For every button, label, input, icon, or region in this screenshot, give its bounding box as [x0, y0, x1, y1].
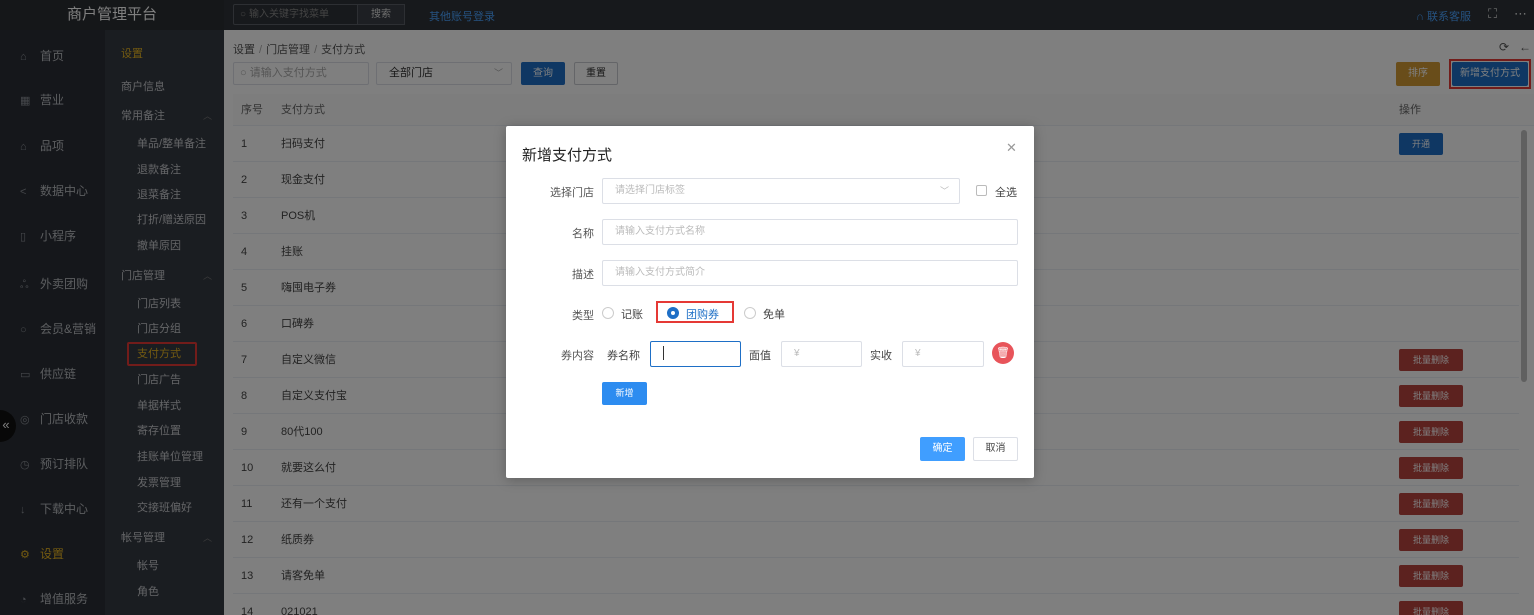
face-value-label: 面值 — [749, 350, 771, 362]
type-radio-free[interactable] — [744, 307, 756, 319]
face-value-input[interactable]: ¥ — [781, 341, 862, 367]
store-tag-placeholder: 请选择门店标签 — [615, 185, 685, 196]
select-all-label: 全选 — [995, 187, 1017, 199]
name-label: 名称 — [572, 228, 594, 240]
face-value-placeholder: ¥ — [794, 348, 800, 359]
type-label-free: 免单 — [763, 309, 785, 321]
name-input[interactable]: 请输入支付方式名称 — [602, 219, 1018, 245]
type-highlight-box — [656, 301, 734, 323]
name-placeholder: 请输入支付方式名称 — [615, 226, 705, 237]
cancel-button[interactable]: 取消 — [973, 437, 1018, 461]
desc-input[interactable]: 请输入支付方式简介 — [602, 260, 1018, 286]
dialog-title: 新增支付方式 — [522, 147, 613, 164]
type-radio-bookkeeping[interactable] — [602, 307, 614, 319]
store-label: 选择门店 — [550, 187, 594, 199]
chevron-down-icon: ﹀ — [939, 186, 949, 196]
select-all-checkbox[interactable] — [976, 185, 987, 196]
add-voucher-button[interactable]: 新增 — [602, 382, 647, 405]
add-payment-dialog: 新增支付方式 ✕ 选择门店 请选择门店标签 ﹀ 全选 名称 请输入支付方式名称 描… — [506, 126, 1034, 478]
confirm-button[interactable]: 确定 — [920, 437, 965, 461]
voucher-name-input[interactable] — [650, 341, 741, 367]
desc-placeholder: 请输入支付方式简介 — [615, 267, 705, 278]
voucher-name-label: 券名称 — [607, 350, 640, 362]
voucher-content-label: 券内容 — [561, 350, 594, 362]
store-tag-select[interactable]: 请选择门店标签 ﹀ — [602, 178, 960, 204]
type-label: 类型 — [572, 310, 594, 322]
paid-amount-label: 实收 — [870, 350, 892, 362]
text-caret — [663, 346, 664, 361]
desc-label: 描述 — [572, 269, 594, 281]
paid-amount-input[interactable]: ¥ — [902, 341, 984, 367]
close-icon[interactable]: ✕ — [1006, 140, 1017, 156]
type-label-bookkeeping: 记账 — [621, 309, 643, 321]
paid-amount-placeholder: ¥ — [915, 348, 921, 359]
delete-icon[interactable]: 🗑 — [992, 342, 1014, 364]
